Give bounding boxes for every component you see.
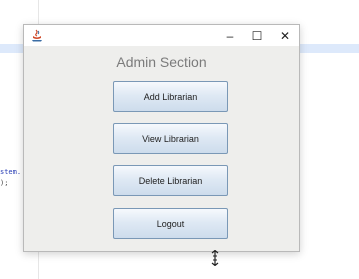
maximize-button[interactable]: ☐ — [243, 26, 271, 45]
minimize-button[interactable]: – — [216, 26, 244, 45]
add-librarian-button[interactable]: Add Librarian — [113, 81, 228, 112]
java-app-icon — [32, 29, 42, 42]
page-title: Admin Section — [116, 54, 207, 70]
logout-button[interactable]: Logout — [113, 208, 228, 239]
window-titlebar[interactable]: – ☐ ✕ — [24, 25, 299, 46]
code-fragment: ); — [0, 179, 9, 187]
admin-section-window: – ☐ ✕ Admin Section Add Librarian View L… — [23, 24, 300, 252]
close-button[interactable]: ✕ — [271, 26, 299, 45]
view-librarian-button[interactable]: View Librarian — [113, 123, 228, 154]
delete-librarian-button[interactable]: Delete Librarian — [113, 165, 228, 196]
resize-cursor-icon — [211, 250, 219, 266]
code-fragment: stem. — [0, 168, 22, 176]
